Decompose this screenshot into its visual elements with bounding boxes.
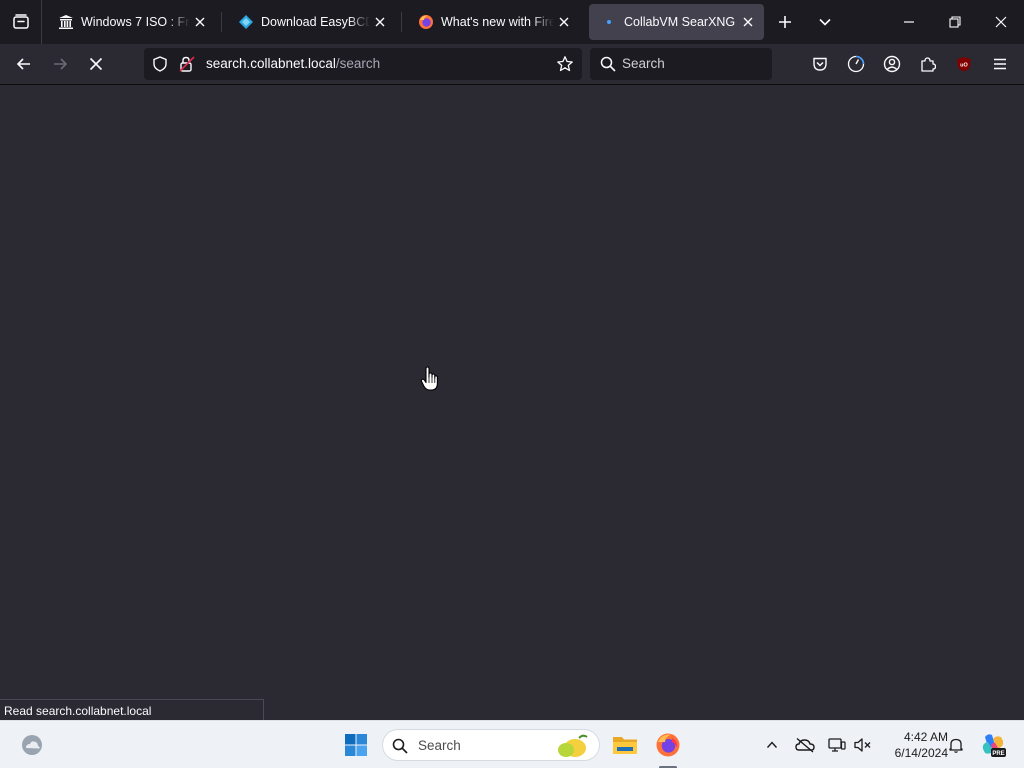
file-explorer-button[interactable] — [610, 730, 640, 760]
tab-title: What's new with Firefox — [441, 15, 554, 29]
url-path: /search — [335, 56, 381, 71]
chevron-down-icon — [819, 18, 831, 26]
svg-text:uO: uO — [960, 63, 968, 69]
tab-strip: Windows 7 ISO : Free D Download EasyBCD … — [0, 0, 1024, 44]
close-icon — [995, 16, 1007, 28]
tab-download-easybcd[interactable]: Download EasyBCD 2.0 — [226, 4, 396, 40]
arrow-left-icon — [16, 58, 30, 70]
hand-cursor-icon — [420, 366, 438, 391]
url-host: search.collabnet.local — [206, 56, 336, 71]
clock-time: 4:42 AM — [903, 730, 948, 744]
insecure-lock-icon[interactable] — [178, 55, 196, 73]
tab-windows-7-iso[interactable]: Windows 7 ISO : Free D — [46, 4, 216, 40]
tracking-shield-icon[interactable] — [152, 56, 168, 72]
gauge-icon — [847, 55, 865, 73]
ublock-shield-icon: uO — [957, 57, 971, 72]
tab-collabvm-searxng[interactable]: CollabVM SearXNG — [589, 4, 764, 40]
search-highlight-lemon-icon — [558, 734, 588, 757]
hamburger-menu-icon — [994, 58, 1006, 70]
monitor-network-icon — [828, 738, 846, 752]
taskbar-search[interactable]: Search — [382, 729, 600, 761]
bookmark-star-icon[interactable] — [556, 55, 574, 73]
account-button[interactable] — [877, 49, 907, 79]
firefox-icon — [656, 733, 680, 757]
show-hidden-icons-button[interactable] — [762, 735, 782, 755]
forward-button[interactable] — [45, 49, 75, 79]
windows-logo-icon — [345, 734, 367, 756]
notifications-button[interactable] — [946, 735, 966, 755]
navigation-toolbar: search.collabnet.local/search Search uO — [0, 44, 1024, 85]
network-tray-button[interactable] — [826, 735, 848, 755]
tab-title: Download EasyBCD 2.0 — [261, 15, 370, 29]
account-icon — [883, 55, 901, 73]
tab-separator — [221, 12, 222, 32]
firefox-view-icon — [12, 14, 29, 29]
chevron-up-icon — [766, 741, 778, 748]
taskbar-search-placeholder: Search — [418, 738, 461, 753]
arrow-right-icon — [54, 58, 68, 70]
stop-x-icon — [89, 57, 103, 71]
search-icon — [392, 738, 408, 754]
close-icon[interactable] — [554, 12, 574, 32]
speaker-muted-icon — [854, 738, 871, 752]
close-icon[interactable] — [370, 12, 390, 32]
copilot-badge: PRE — [992, 751, 1004, 757]
url-text[interactable]: search.collabnet.local/search — [206, 56, 380, 71]
start-button[interactable] — [341, 731, 371, 759]
weather-cloud-icon — [22, 735, 42, 755]
extensions-button[interactable] — [913, 49, 943, 79]
clock-date: 6/14/2024 — [894, 746, 948, 760]
loading-dot-icon — [601, 14, 617, 30]
copilot-button[interactable]: PRE — [978, 730, 1008, 760]
app-menu-button[interactable] — [985, 49, 1015, 79]
list-all-tabs-button[interactable] — [811, 8, 839, 36]
archive-building-icon — [58, 14, 74, 30]
page-content[interactable] — [0, 85, 1024, 720]
bell-icon — [949, 738, 963, 753]
onedrive-tray-button[interactable] — [794, 735, 816, 755]
back-button[interactable] — [9, 49, 39, 79]
easybcd-diamond-icon — [238, 14, 254, 30]
firefox-view-button[interactable] — [0, 0, 42, 44]
tab-title: Windows 7 ISO : Free D — [81, 15, 190, 29]
restore-button[interactable] — [932, 0, 978, 44]
firefox-taskbar-button[interactable] — [653, 730, 683, 760]
search-placeholder: Search — [622, 56, 665, 71]
tab-whats-new-firefox[interactable]: What's new with Firefox — [406, 4, 580, 40]
new-tab-button[interactable] — [771, 8, 799, 36]
search-bar[interactable]: Search — [590, 48, 772, 80]
close-window-button[interactable] — [978, 0, 1024, 44]
speed-dial-extension-button[interactable] — [841, 49, 871, 79]
folder-icon — [613, 737, 637, 754]
minimize-icon — [904, 21, 914, 23]
copilot-icon: PRE — [982, 734, 1006, 757]
status-panel: Read search.collabnet.local — [0, 699, 264, 721]
minimize-button[interactable] — [886, 0, 932, 44]
stop-button[interactable] — [81, 49, 111, 79]
restore-icon — [949, 16, 961, 28]
tab-title: CollabVM SearXNG — [624, 15, 736, 29]
close-icon[interactable] — [190, 12, 210, 32]
tab-separator — [401, 12, 402, 32]
system-clock[interactable]: 4:42 AM 6/14/2024 — [878, 729, 948, 761]
ublock-origin-button[interactable]: uO — [949, 49, 979, 79]
cloud-offline-icon — [795, 737, 815, 753]
search-icon — [600, 56, 616, 72]
pocket-button[interactable] — [805, 49, 835, 79]
volume-tray-button[interactable] — [852, 735, 874, 755]
plus-icon — [779, 16, 791, 28]
widgets-button[interactable] — [18, 731, 46, 759]
status-text: Read search.collabnet.local — [4, 704, 152, 718]
close-icon[interactable] — [738, 12, 758, 32]
pocket-icon — [813, 57, 827, 71]
windows-taskbar: Search 4:42 AM 6/14/2024 PRE — [0, 720, 1024, 768]
puzzle-piece-icon — [921, 57, 936, 72]
url-bar[interactable]: search.collabnet.local/search — [144, 48, 582, 80]
firefox-icon — [418, 14, 434, 30]
